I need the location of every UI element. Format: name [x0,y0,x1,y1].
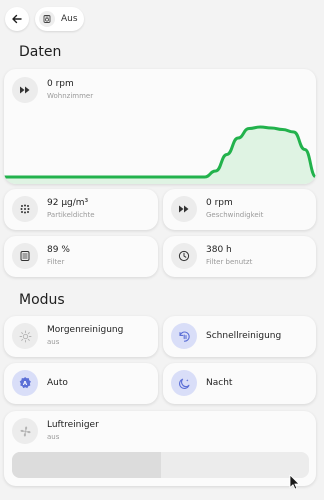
section-title-data: Daten [19,44,62,60]
sun-icon [12,323,38,349]
graph-area [4,127,316,184]
mode-night-card[interactable]: Nacht [163,363,316,404]
dots-grid-icon [12,196,38,222]
purifier-state: aus [47,433,60,441]
mode-night-label: Nacht [206,377,233,388]
clock-icon [171,243,197,269]
top-bar: Aus [5,7,84,31]
particle-density-label: Partikeldichte [47,211,95,219]
fan-speed-value: 0 rpm [206,198,233,208]
moon-icon [171,370,197,396]
power-state-chip[interactable]: Aus [35,7,84,31]
fan-icon [12,418,38,444]
purifier-label: Luftreiniger [47,420,99,430]
section-title-mode: Modus [19,292,65,308]
fan-speed-card[interactable]: 0 rpm Geschwindigkeit [163,189,316,230]
air-purifier-icon [39,11,55,27]
fan-level-fill [12,452,161,478]
fan-level-slider[interactable] [12,452,309,478]
mode-morning-card[interactable]: Morgenreinigung aus [4,316,158,357]
auto-icon: A [12,370,38,396]
svg-text:A: A [23,381,28,387]
power-state-label: Aus [61,14,78,24]
mode-quick-label: Schnellreinigung [206,330,282,341]
fan-speed-label: Geschwindigkeit [206,211,264,219]
speed-history-graph [4,125,316,184]
filter-icon [12,243,38,269]
mode-morning-state: aus [47,338,60,346]
fast-forward-icon [171,196,197,222]
filter-used-value: 380 h [206,245,232,255]
filter-used-card[interactable]: 380 h Filter benutzt [163,236,316,277]
back-button[interactable] [5,7,29,31]
timer-icon [171,323,197,349]
particle-density-value: 92 µg/m³ [47,198,89,208]
particle-density-card[interactable]: 92 µg/m³ Partikeldichte [4,189,158,230]
filter-label: Filter [47,258,65,266]
mode-auto-label: Auto [47,377,68,388]
filter-value: 89 % [47,245,70,255]
arrow-left-icon [12,14,22,24]
mouse-cursor-icon [289,474,300,490]
filter-card[interactable]: 89 % Filter [4,236,158,277]
speed-graph-card[interactable]: 0 rpm Wohnzimmer [4,69,316,184]
mode-auto-card[interactable]: A Auto [4,363,158,404]
mode-morning-label: Morgenreinigung [47,325,124,335]
mode-quick-card[interactable]: Schnellreinigung [163,316,316,357]
filter-used-label: Filter benutzt [206,258,253,266]
